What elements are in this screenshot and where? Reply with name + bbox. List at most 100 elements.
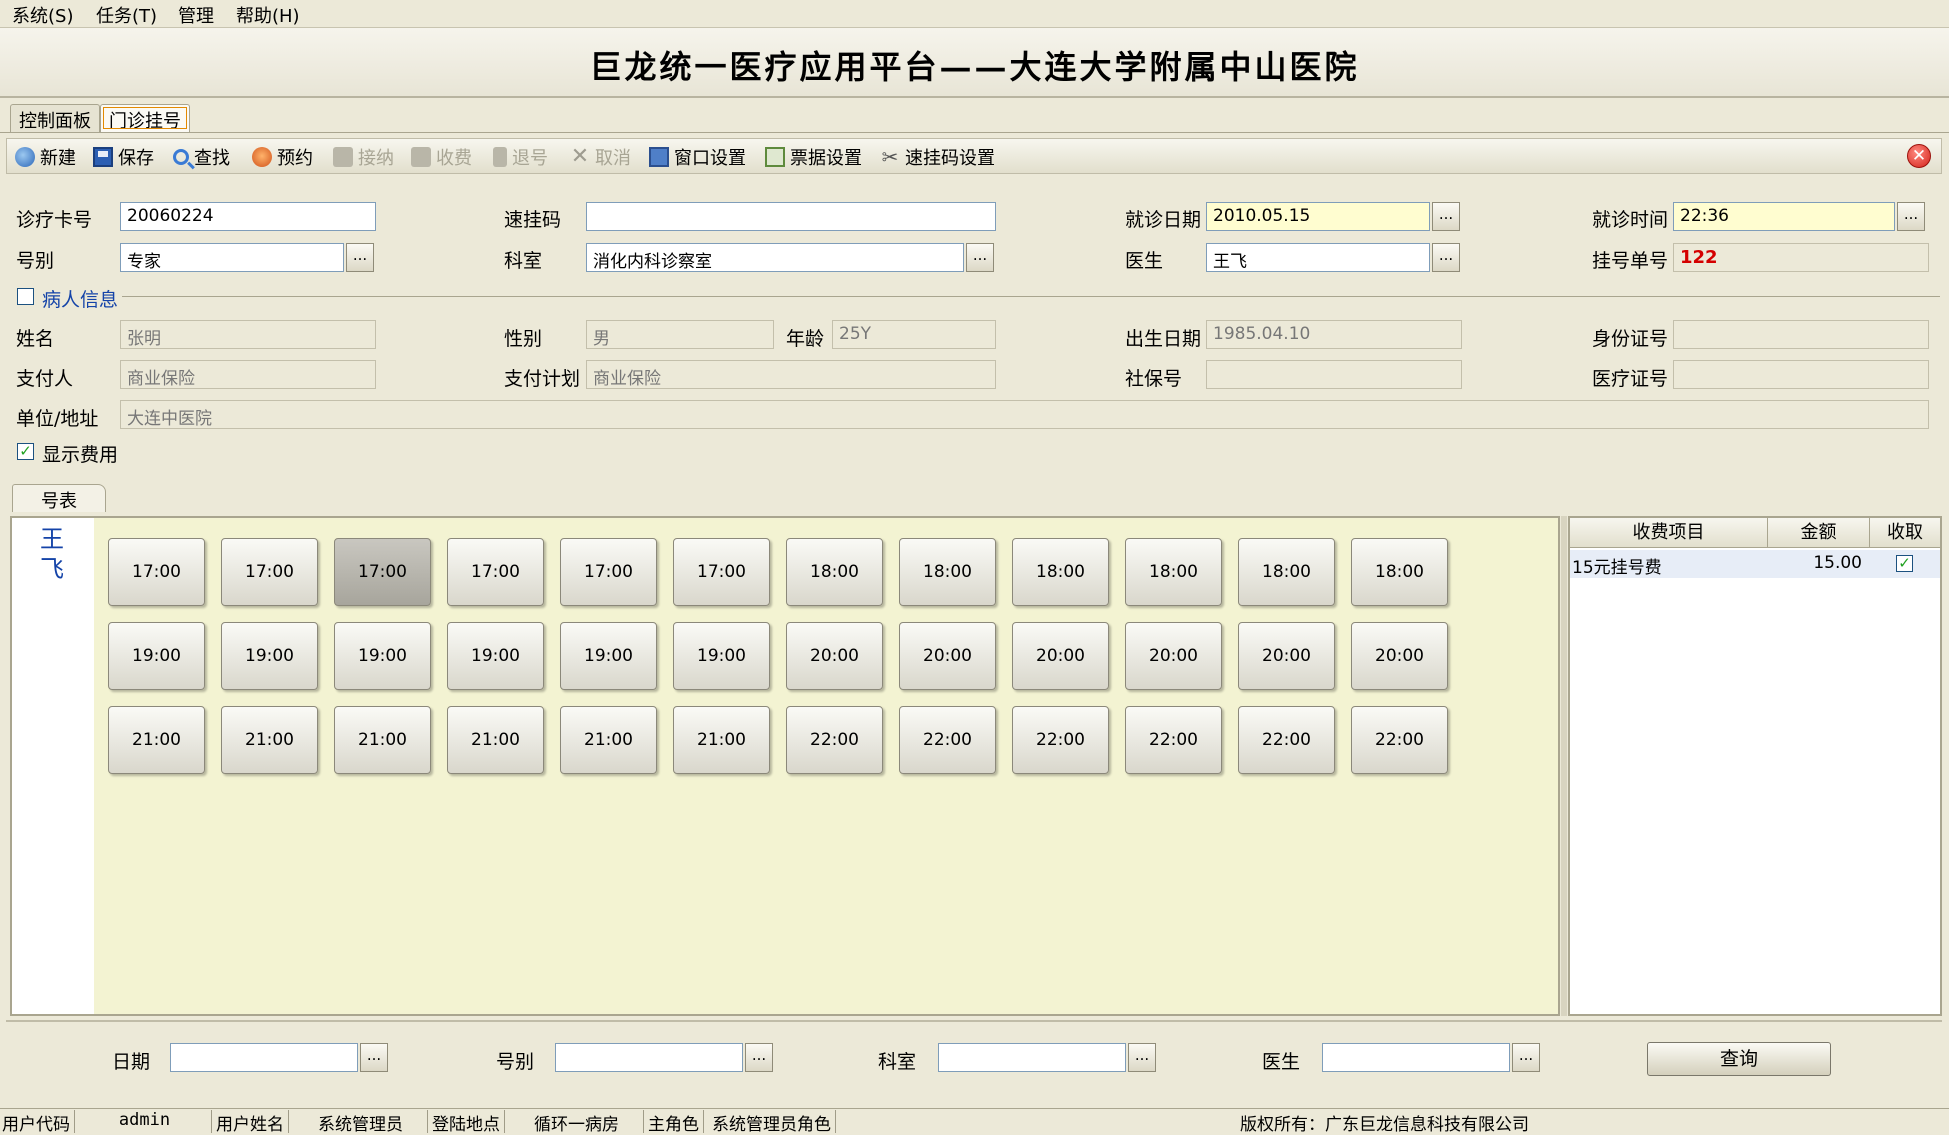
visit-date-picker-button[interactable]: ... [1432, 202, 1460, 231]
time-slot-button[interactable]: 22:00 [1012, 706, 1109, 774]
filter-doctor-picker-button[interactable]: ... [1512, 1043, 1540, 1072]
time-slot-button[interactable]: 22:00 [1125, 706, 1222, 774]
birth-label: 出生日期 [1125, 328, 1202, 350]
time-slot-button[interactable]: 18:00 [1125, 538, 1222, 606]
tab-outpatient-registration[interactable]: 门诊挂号 [100, 104, 190, 132]
tab-divider [0, 132, 1949, 133]
fee-item-header[interactable]: 收费项目 [1570, 518, 1768, 548]
cancel-button[interactable]: ✕ 取消 [570, 145, 631, 170]
show-fee-checkbox[interactable]: ✓ [17, 443, 34, 460]
type-field[interactable]: 专家 [120, 243, 344, 272]
status-location: 循环一病房 [514, 1110, 644, 1135]
time-slot-button[interactable]: 20:00 [899, 622, 996, 690]
time-slot-button[interactable]: 21:00 [673, 706, 770, 774]
patient-info-checkbox[interactable] [17, 288, 34, 305]
time-slot-button[interactable]: 21:00 [108, 706, 205, 774]
doctor-picker-button[interactable]: ... [1432, 243, 1460, 272]
reserve-label: 预约 [277, 148, 313, 169]
filter-type-picker-button[interactable]: ... [745, 1043, 773, 1072]
refund-button[interactable]: 退号 [493, 145, 548, 169]
filter-doctor-field[interactable] [1322, 1043, 1510, 1072]
tab-schedule[interactable]: 号表 [12, 484, 106, 512]
visit-time-field[interactable]: 22:36 [1673, 202, 1895, 231]
time-slot-button[interactable]: 19:00 [447, 622, 544, 690]
schedule-doctor-name[interactable]: 王 飞 [40, 524, 64, 584]
doctor-field[interactable]: 王飞 [1206, 243, 1430, 272]
status-user-code: admin [82, 1110, 212, 1133]
filter-date-label: 日期 [112, 1051, 151, 1073]
time-slot-button[interactable]: 20:00 [1012, 622, 1109, 690]
time-slot-button[interactable]: 17:00 [108, 538, 205, 606]
tab-dashboard[interactable]: 控制面板 [10, 104, 100, 132]
time-slot-button[interactable]: 17:00 [221, 538, 318, 606]
dept-picker-button[interactable]: ... [966, 243, 994, 272]
time-slot-button[interactable]: 17:00 [334, 538, 431, 606]
time-slot-button[interactable]: 20:00 [1238, 622, 1335, 690]
address-field: 大连中医院 [120, 400, 1929, 429]
time-slot-button[interactable]: 20:00 [1351, 622, 1448, 690]
filter-date-field[interactable] [170, 1043, 358, 1072]
visit-date-field[interactable]: 2010.05.15 [1206, 202, 1430, 231]
time-slot-button[interactable]: 17:00 [560, 538, 657, 606]
visit-time-picker-button[interactable]: ... [1897, 202, 1925, 231]
new-button[interactable]: 新建 [15, 145, 76, 169]
time-slot-button[interactable]: 22:00 [899, 706, 996, 774]
time-slot-button[interactable]: 20:00 [1125, 622, 1222, 690]
time-slot-button[interactable]: 19:00 [334, 622, 431, 690]
time-slot-button[interactable]: 18:00 [899, 538, 996, 606]
status-copyright: 版权所有：广东巨龙信息科技有限公司 [1240, 1115, 1529, 1135]
type-picker-button[interactable]: ... [346, 243, 374, 272]
filter-doctor-label: 医生 [1262, 1051, 1301, 1073]
table-row[interactable]: 15元挂号费 15.00 ✓ [1570, 550, 1940, 578]
time-slot-button[interactable]: 21:00 [334, 706, 431, 774]
panel-splitter[interactable] [1561, 516, 1567, 1016]
close-icon[interactable]: ✕ [1907, 144, 1931, 168]
time-slot-button[interactable]: 18:00 [1238, 538, 1335, 606]
time-slot-button[interactable]: 19:00 [108, 622, 205, 690]
time-slot-button[interactable]: 22:00 [1351, 706, 1448, 774]
menu-help[interactable]: 帮助(H) [236, 2, 300, 28]
filter-type-field[interactable] [555, 1043, 743, 1072]
time-slot-button[interactable]: 19:00 [560, 622, 657, 690]
filter-dept-picker-button[interactable]: ... [1128, 1043, 1156, 1072]
time-slot-button[interactable]: 21:00 [447, 706, 544, 774]
find-button[interactable]: 查找 [173, 145, 230, 169]
time-slot-button[interactable]: 19:00 [673, 622, 770, 690]
quick-code-field[interactable] [586, 202, 996, 231]
doctor-label: 医生 [1125, 250, 1164, 272]
menu-manage[interactable]: 管理 [178, 2, 214, 28]
charge-button[interactable]: 收费 [411, 145, 472, 169]
quick-code-settings-button[interactable]: ✂ 速挂码设置 [880, 145, 995, 169]
menu-system[interactable]: 系统(S) [12, 2, 73, 28]
ticket-settings-button[interactable]: 票据设置 [765, 145, 862, 169]
fee-collect-checkbox[interactable]: ✓ [1896, 555, 1913, 572]
fee-collect-header[interactable]: 收取 [1870, 518, 1940, 548]
time-slot-button[interactable]: 19:00 [221, 622, 318, 690]
time-slot-button[interactable]: 17:00 [673, 538, 770, 606]
time-slot-button[interactable]: 21:00 [560, 706, 657, 774]
filter-dept-field[interactable] [938, 1043, 1126, 1072]
query-button[interactable]: 查询 [1647, 1042, 1831, 1076]
time-slot-button[interactable]: 20:00 [786, 622, 883, 690]
reserve-button[interactable]: 预约 [252, 145, 313, 169]
age-field: 25Y [832, 320, 996, 349]
receive-button[interactable]: 接纳 [333, 145, 394, 169]
dept-field[interactable]: 消化内科诊察室 [586, 243, 964, 272]
filter-divider [6, 1020, 1942, 1022]
time-slot-button[interactable]: 22:00 [1238, 706, 1335, 774]
toolbar: 新建 保存 查找 预约 接纳 收费 退号 ✕ 取消 窗口设置 票据设置 ✂ 速挂码设… [6, 138, 1942, 174]
window-settings-button[interactable]: 窗口设置 [649, 145, 746, 169]
time-slot-button[interactable]: 18:00 [1012, 538, 1109, 606]
birth-field: 1985.04.10 [1206, 320, 1462, 349]
time-slot-button[interactable]: 18:00 [1351, 538, 1448, 606]
time-slot-button[interactable]: 18:00 [786, 538, 883, 606]
id-label: 身份证号 [1592, 328, 1669, 350]
time-slot-button[interactable]: 17:00 [447, 538, 544, 606]
time-slot-button[interactable]: 21:00 [221, 706, 318, 774]
time-slot-button[interactable]: 22:00 [786, 706, 883, 774]
filter-date-picker-button[interactable]: ... [360, 1043, 388, 1072]
card-no-field[interactable]: 20060224 [120, 202, 376, 231]
fee-amount-header[interactable]: 金额 [1768, 518, 1870, 548]
menu-task[interactable]: 任务(T) [96, 2, 157, 28]
save-button[interactable]: 保存 [93, 145, 154, 169]
